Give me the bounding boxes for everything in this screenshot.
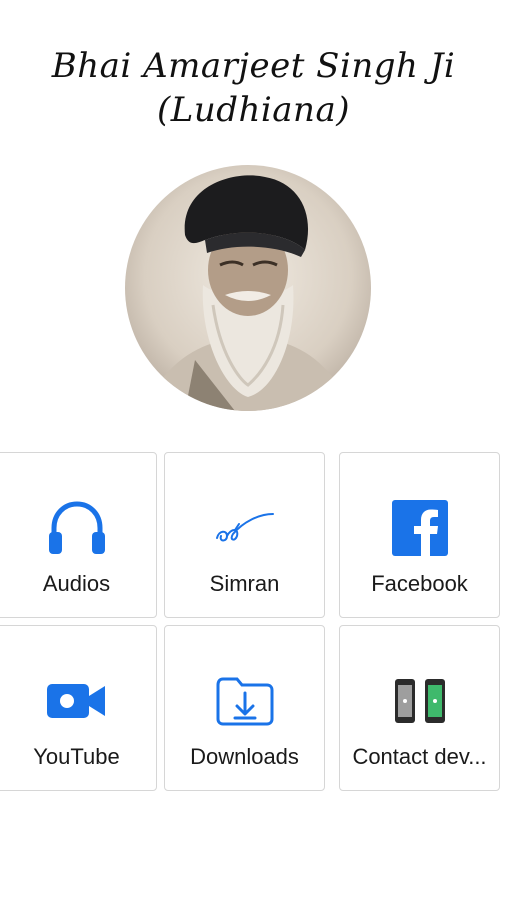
contact-developer-label: Contact dev... [352, 744, 487, 769]
facebook-icon [388, 497, 452, 559]
downloads-label: Downloads [190, 744, 299, 769]
contact-developer-tile[interactable]: Contact dev... [339, 625, 500, 791]
title-line-1: Bhai Amarjeet Singh Ji [51, 46, 456, 86]
video-camera-icon [45, 670, 109, 732]
simran-label: Simran [209, 571, 280, 596]
headphones-icon [45, 497, 109, 559]
ik-onkar-icon [213, 497, 277, 559]
page-title: Bhai Amarjeet Singh Ji (Ludhiana) [0, 44, 507, 132]
facebook-label: Facebook [371, 571, 468, 596]
youtube-tile[interactable]: YouTube [0, 625, 157, 791]
phones-icon [388, 670, 452, 732]
youtube-label: YouTube [33, 744, 120, 769]
simran-tile[interactable]: Simran [164, 452, 325, 618]
title-line-2: (Ludhiana) [157, 90, 350, 130]
audios-label: Audios [42, 571, 111, 596]
profile-photo [125, 165, 371, 411]
menu-grid: Audios Simran Facebook YouTube Downloads… [0, 452, 507, 796]
audios-tile[interactable]: Audios [0, 452, 157, 618]
downloads-tile[interactable]: Downloads [164, 625, 325, 791]
facebook-tile[interactable]: Facebook [339, 452, 500, 618]
download-folder-icon [213, 670, 277, 732]
